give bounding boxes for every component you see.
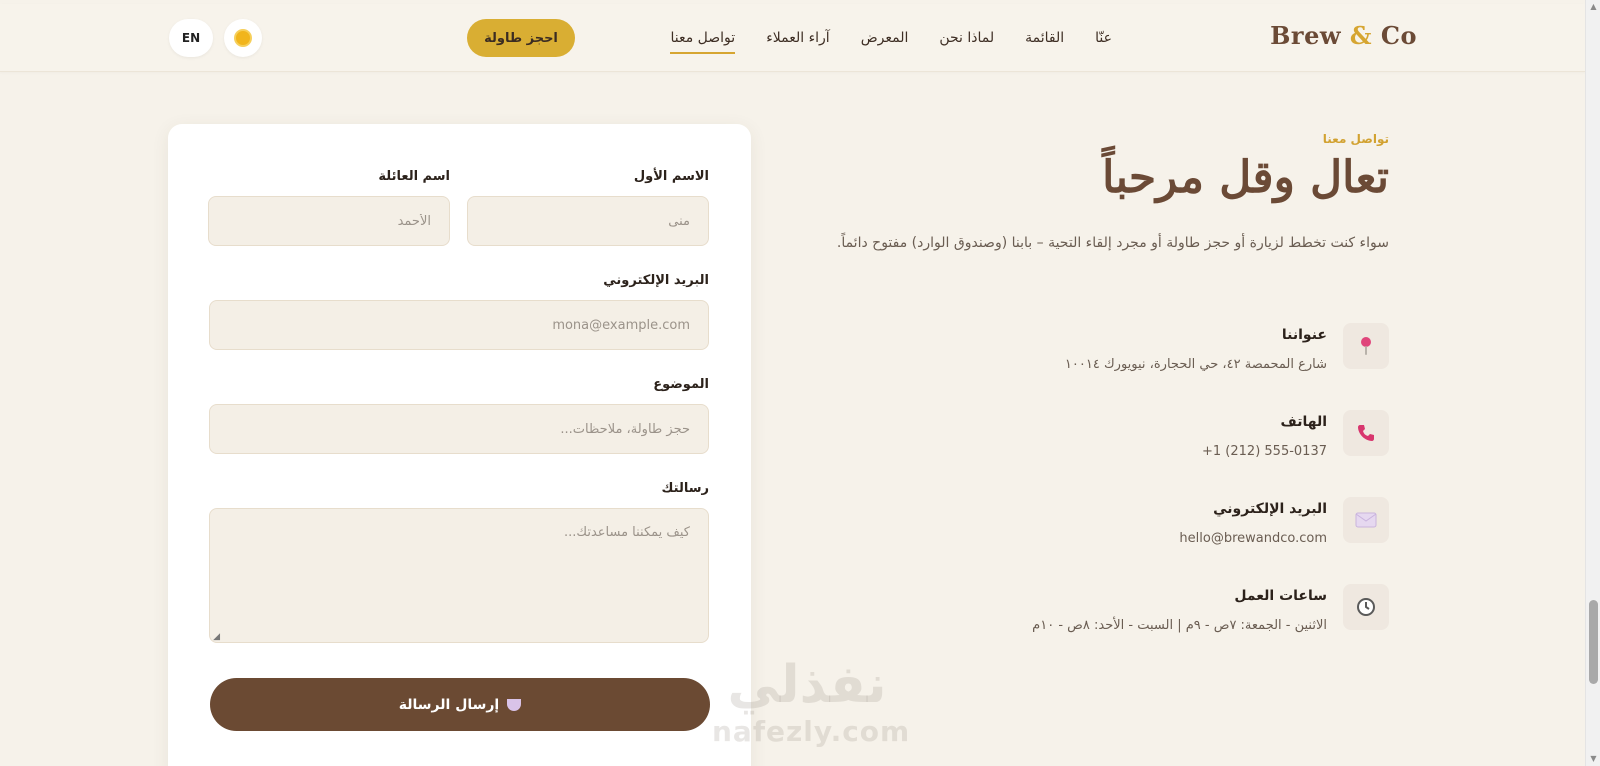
send-message-label: إرسال الرسالة (398, 696, 500, 713)
info-phone-title: الهاتف (1280, 414, 1327, 430)
info-phone-value[interactable]: +1 (212) 555-0137 (1202, 444, 1327, 459)
phone-icon (1343, 410, 1389, 456)
scroll-up-icon[interactable]: ▲ (1586, 0, 1600, 14)
info-email-value[interactable]: hello@brewandco.com (1179, 531, 1327, 546)
info-address-title: عنواننا (1281, 327, 1327, 343)
scroll-down-icon[interactable]: ▼ (1586, 752, 1600, 766)
nav-item-about[interactable]: عنّا (1095, 26, 1112, 50)
send-message-button[interactable]: إرسال الرسالة (210, 678, 710, 731)
clock-icon (1343, 584, 1389, 630)
nav-item-menu[interactable]: القائمة (1025, 26, 1064, 50)
message-label: رسالتك (661, 481, 709, 496)
first-name-input[interactable] (467, 196, 709, 246)
email-input[interactable] (209, 300, 709, 350)
brand-ampersand: & (1349, 21, 1373, 50)
theme-toggle-button[interactable] (224, 19, 262, 57)
language-toggle-button[interactable]: EN (169, 19, 213, 57)
intro-text: سواء كنت تخطط لزيارة أو حجز طاولة أو مجر… (836, 235, 1389, 251)
subject-label: الموضوع (653, 377, 709, 392)
subject-input[interactable] (209, 404, 709, 454)
info-hours: ساعات العمل الاثنين - الجمعة: ٧ص - ٩م | … (1032, 584, 1389, 634)
brand-word-co: Co (1380, 21, 1417, 50)
page-title: تعال وقل مرحباً (1102, 152, 1389, 203)
info-address: عنواننا شارع المحمصة ٤٢، حي الحجارة، نيو… (1059, 323, 1389, 373)
info-phone: الهاتف +1 (212) 555-0137 (1059, 410, 1389, 460)
brand-word-brew: Brew (1270, 21, 1341, 50)
scroll-thumb[interactable] (1589, 600, 1598, 684)
first-name-label: الاسم الأول (633, 169, 709, 184)
last-name-label: اسم العائلة (378, 169, 450, 184)
mail-icon (1343, 497, 1389, 543)
section-eyebrow: تواصل معنا (1322, 132, 1389, 146)
message-textarea[interactable] (209, 508, 709, 643)
info-address-value: شارع المحمصة ٤٢، حي الحجارة، نيويورك ١٠٠… (1064, 357, 1327, 372)
cup-icon (507, 698, 522, 711)
email-label: البريد الإلكتروني (603, 273, 709, 288)
info-email: البريد الإلكتروني hello@brewandco.com (1059, 497, 1389, 547)
page-viewport: Brew & Co عنّا القائمة لماذا نحن المعرض … (0, 0, 1585, 766)
nav-item-testimonials[interactable]: آراء العملاء (766, 26, 830, 50)
nav-item-gallery[interactable]: المعرض (861, 26, 909, 50)
contact-form-card: الاسم الأول اسم العائلة البريد الإلكترون… (168, 124, 751, 766)
nav-item-contact[interactable]: تواصل معنا (670, 26, 735, 54)
info-hours-value: الاثنين - الجمعة: ٧ص - ٩م | السبت - الأح… (1032, 618, 1327, 633)
sun-icon (236, 31, 250, 45)
info-hours-title: ساعات العمل (1234, 588, 1327, 604)
main-nav: عنّا القائمة لماذا نحن المعرض آراء العمل… (670, 4, 1112, 72)
page-scrollbar[interactable]: ▲ ▼ (1585, 0, 1600, 766)
resize-grip-icon[interactable]: ◢ (210, 632, 220, 642)
info-email-title: البريد الإلكتروني (1213, 501, 1327, 517)
site-header: Brew & Co عنّا القائمة لماذا نحن المعرض … (0, 4, 1585, 72)
nav-item-why-us[interactable]: لماذا نحن (939, 26, 994, 50)
brand-logo[interactable]: Brew & Co (1270, 21, 1417, 50)
pin-icon (1343, 323, 1389, 369)
book-table-button[interactable]: احجز طاولة (467, 19, 575, 57)
last-name-input[interactable] (208, 196, 450, 246)
